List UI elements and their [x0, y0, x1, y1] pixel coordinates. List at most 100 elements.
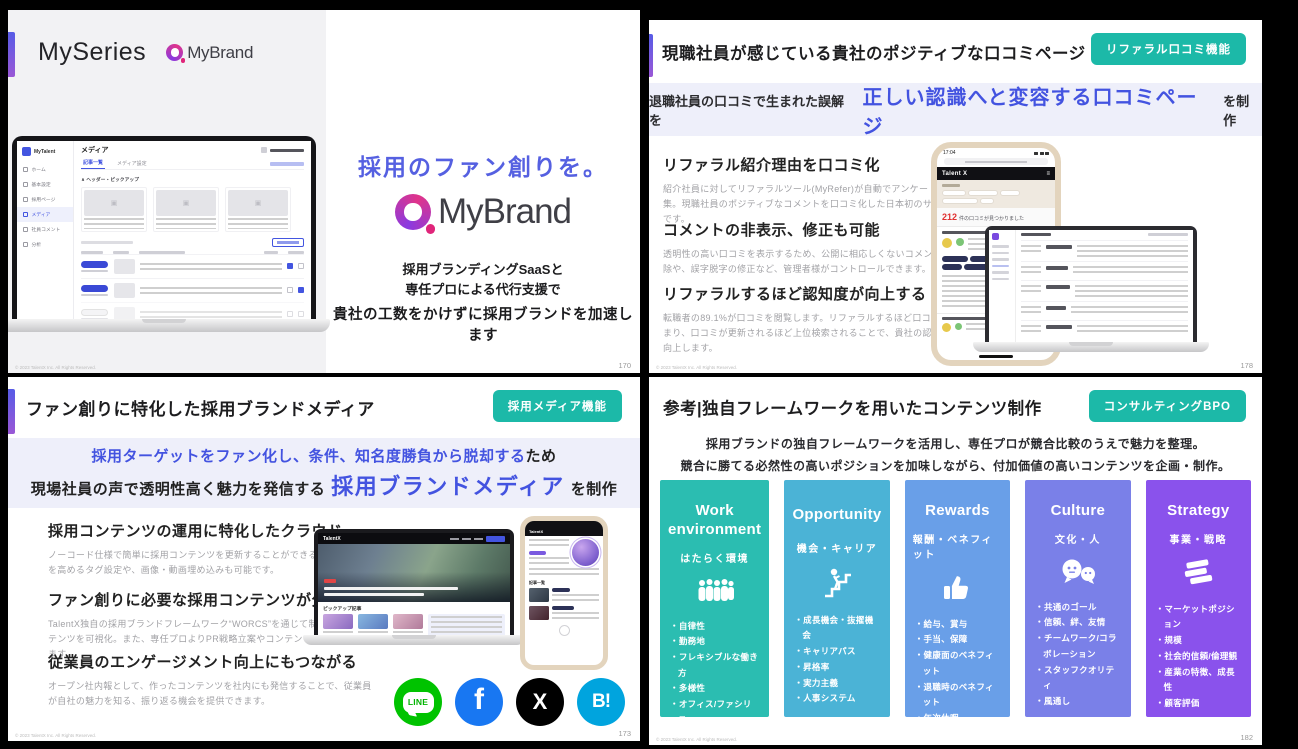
phone-site-header: Talent X ≡	[937, 167, 1055, 180]
header-pickup-label: ∧ ヘッダー・ピックアップ	[81, 176, 304, 183]
sidebar-item-comments: 社員コメント	[17, 222, 73, 237]
chat-faces-icon	[1059, 558, 1097, 586]
talentx-logo: TalentX	[529, 529, 543, 534]
cover-subtitle: 採用ブランディングSaaSと 専任プロによる代行支援で	[326, 260, 640, 300]
preview-link-skeleton	[270, 162, 304, 166]
accent-bar	[8, 32, 15, 77]
tag-pill	[552, 606, 574, 610]
avatar	[955, 323, 962, 330]
pickup-section: ピックアップ記事	[318, 602, 510, 635]
copyright: © 2023 TalentX Inc. All Rights Reserved.	[15, 733, 96, 738]
feature-section: 従業員のエンゲージメント向上にもつながる オープン社内報として、作ったコンテンツ…	[48, 651, 380, 709]
books-stack-icon	[1180, 558, 1216, 588]
mytalent-logo-text: MyTalent	[34, 149, 55, 155]
hero-tag	[324, 579, 336, 583]
feature-section: リファラルするほど認知度が向上する 転職者の89.1%が口コミを閲覧します。リフ…	[663, 283, 965, 356]
framework-column-strategy: Strategy 事業・戦略 マーケットポジション 規模 社会的信頼/倫理観	[1146, 480, 1251, 717]
filter-chips	[942, 190, 1050, 196]
list-meta	[81, 238, 304, 247]
laptop-mockup-review-admin	[985, 226, 1197, 352]
pickup-checkbox	[298, 287, 304, 293]
article-thumb	[529, 588, 549, 602]
pickup-checkbox	[298, 263, 304, 269]
review-count: 212	[942, 212, 957, 222]
mybrand-q-icon	[395, 194, 431, 230]
admin-tabs: 記事一覧 メディア設定	[81, 159, 304, 170]
image-placeholder-icon: ▣	[84, 190, 144, 216]
cover-logos: MySeries MyBrand	[38, 38, 253, 67]
admin-logo: MyTalent	[17, 144, 73, 162]
key-message-banner: 採用ターゲットをファン化し、条件、知名度勝負から脱却する ため 現場社員の声で透…	[8, 438, 640, 508]
status-published-pill	[81, 261, 108, 268]
framework-intro: 採用ブランドの独自フレームワークを活用し、専任プロが競合比較のうえで魅力を整理。…	[649, 434, 1262, 477]
talentx-logo: TalentX	[323, 536, 341, 542]
phone-mockup-media-site: TalentX 記事一覧	[520, 516, 608, 670]
sidebar-item-recruit-page: 採用ページ	[17, 192, 73, 207]
mybrand-logo-text: MyBrand	[187, 43, 253, 63]
framework-column-work-environment: Work environment はたらく環境 自律性 勤務地 フレキシブルな働…	[660, 480, 769, 717]
review-table	[1016, 230, 1193, 342]
review-row	[1021, 301, 1188, 320]
status-published-pill	[81, 285, 108, 292]
slide-grid: MySeries MyBrand MyTalent ホーム 基本設定	[0, 0, 1298, 749]
chart-icon	[23, 242, 28, 247]
facebook-icon: f	[455, 678, 503, 726]
page-icon	[23, 197, 28, 202]
pickup-card: ▣	[81, 187, 147, 232]
pickup-card	[393, 614, 423, 635]
slide-cover-mybrand: MySeries MyBrand MyTalent ホーム 基本設定	[8, 10, 640, 373]
admin-sidebar: MyTalent ホーム 基本設定 採用ページ メディア 社員コメント 分析	[17, 141, 74, 319]
hamburger-icon: ≡	[1046, 171, 1050, 177]
image-placeholder-icon: ▣	[228, 190, 288, 216]
copyright: © 2023 TalentX Inc. All Rights Reserved.	[15, 365, 96, 370]
article-list-item	[525, 604, 603, 622]
home-icon	[23, 167, 28, 172]
comment-icon	[23, 227, 28, 232]
review-row	[1021, 261, 1188, 280]
cover-headline: 採用のファン創りを。	[326, 148, 640, 182]
header-checkbox	[287, 287, 293, 293]
pickup-card	[358, 614, 388, 635]
laptop-base	[8, 319, 330, 332]
tab-article-list: 記事一覧	[81, 159, 105, 169]
myseries-logo: MySeries	[38, 38, 146, 67]
cta-button-skeleton	[486, 536, 505, 542]
tab-media-settings: メディア設定	[117, 160, 147, 169]
feature-badge: リファラル口コミ機能	[1091, 33, 1246, 65]
pickup-card: ▣	[153, 187, 219, 232]
feature-article-card	[525, 536, 603, 568]
laptop-screen: MyTalent ホーム 基本設定 採用ページ メディア 社員コメント 分析 メ…	[12, 136, 316, 319]
laptop-base	[973, 342, 1209, 352]
feature-section: リファラル紹介理由を口コミ化 紹介社員に対してリファラルツール(MyRefer)…	[663, 154, 965, 227]
framework-column-culture: Culture 文化・人 共通のゴール 信頼、絆、友情	[1025, 480, 1130, 717]
laptop-mockup-admin: MyTalent ホーム 基本設定 採用ページ メディア 社員コメント 分析 メ…	[12, 136, 316, 332]
media-site-header: TalentX	[318, 533, 510, 544]
image-placeholder-icon: ▣	[156, 190, 216, 216]
nav-links-skeleton	[450, 536, 505, 542]
phone-time: 17:04	[943, 150, 956, 156]
slide-framework-content: 参考|独自フレームワークを用いたコンテンツ制作 コンサルティングBPO 採用ブラ…	[649, 377, 1262, 745]
hero-photo	[318, 544, 510, 602]
sidebar-item-media: メディア	[17, 207, 73, 222]
admin-sidebar	[989, 230, 1016, 342]
slide-title: ファン創りに特化した採用ブランドメディア	[26, 395, 375, 420]
feature-section: コメントの非表示、修正も可能 透明性の高い口コミを表示するため、公開に相応しくな…	[663, 219, 965, 277]
talentx-logo: Talent X	[942, 171, 967, 177]
home-indicator	[979, 355, 1013, 358]
accent-bar	[649, 34, 653, 77]
review-row	[1021, 280, 1188, 301]
copyright: © 2023 TalentX Inc. All Rights Reserved.	[656, 737, 737, 742]
accent-bar	[8, 389, 15, 434]
phone-url-bar	[944, 158, 1048, 165]
hero-title-skeleton	[324, 587, 458, 590]
home-button	[559, 625, 570, 636]
review-row	[1021, 320, 1188, 337]
side-box	[428, 614, 505, 635]
sidebar-item-settings: 基本設定	[17, 177, 73, 192]
article-list-item	[525, 586, 603, 604]
avatar	[942, 238, 952, 248]
cover-subtitle-2: 貴社の工数をかけずに採用ブランドを加速します	[326, 303, 640, 345]
slide-referral-reviews: 現職社員が感じている貴社のポジティブな口コミページ リファラル口コミ機能 退職社…	[649, 20, 1262, 373]
pickup-label: ピックアップ記事	[323, 605, 505, 612]
hatena-bookmark-icon: B!	[577, 678, 625, 726]
